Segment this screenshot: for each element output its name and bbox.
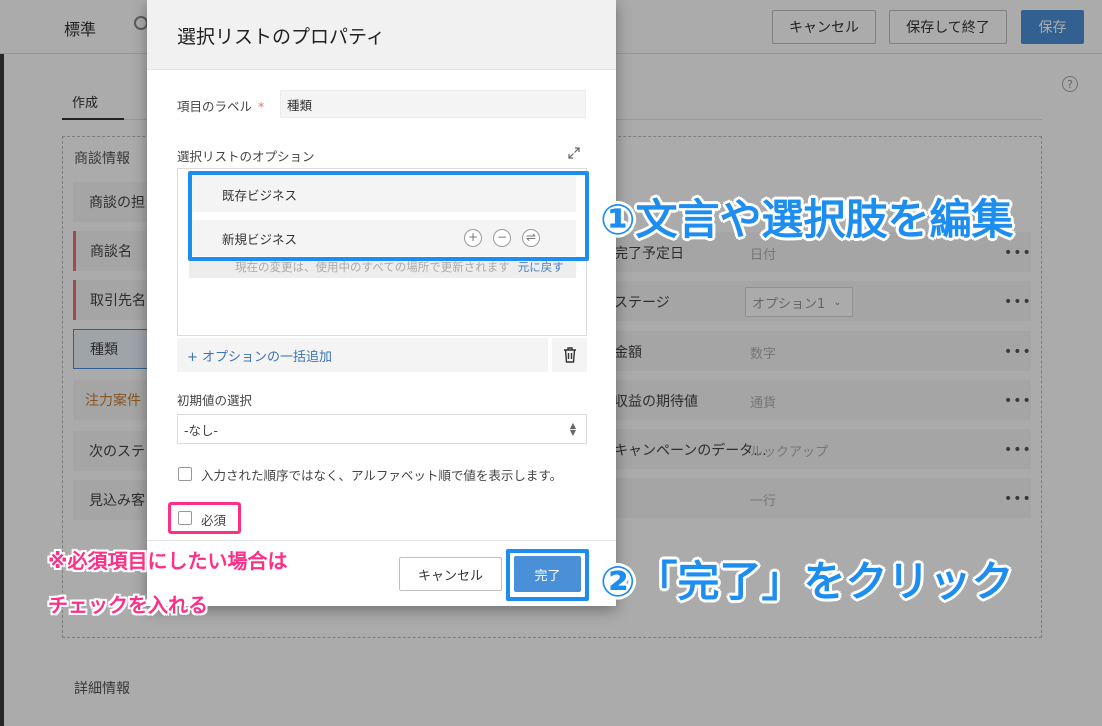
required-note-line1: ※必須項目にしたい場合は <box>48 549 288 573</box>
required-note-line2: チェックを入れる <box>48 593 208 617</box>
click-done-note: ②「完了」をクリック <box>600 557 1014 606</box>
done-highlight-box <box>506 549 589 601</box>
trash-glyph <box>563 347 576 363</box>
edit-note: ①文言や選択肢を編集 <box>600 195 1014 244</box>
alpha-sort-label: 入力された順序ではなく、アルファベット順で値を表示します。 <box>201 468 563 483</box>
trash-icon[interactable] <box>552 338 587 372</box>
options-caption: 選択リストのオプション <box>177 149 315 164</box>
dialog-cancel-button[interactable]: キャンセル <box>399 557 502 591</box>
expand-icon[interactable] <box>567 146 581 160</box>
bulk-add-options-button[interactable]: + オプションの一括追加 <box>177 338 548 372</box>
dialog-footer-divider <box>147 540 616 541</box>
field-label-caption: 項目のラベル * <box>177 96 264 115</box>
option-change-info-text: 現在の変更は、使用中のすべての場所で更新されます <box>235 260 510 274</box>
required-highlight-box <box>168 502 241 534</box>
revert-link[interactable]: 元に戻す <box>518 260 564 274</box>
dialog-title: 選択リストのプロパティ <box>177 26 385 48</box>
required-star: * <box>258 99 265 114</box>
option-change-info: 現在の変更は、使用中のすべての場所で更新されます 元に戻す <box>189 258 576 278</box>
default-value-caption: 初期値の選択 <box>177 393 253 408</box>
select-arrows-icon: ▲ ▼ <box>569 421 576 437</box>
options-highlight-box <box>188 171 589 261</box>
default-value-select[interactable]: -なし- ▲ ▼ <box>177 414 587 444</box>
field-label-text: 項目のラベル <box>177 99 253 114</box>
default-value-text: -なし- <box>184 422 219 438</box>
alpha-sort-checkbox[interactable] <box>178 467 192 481</box>
field-label-input[interactable]: 種類 <box>280 90 586 118</box>
